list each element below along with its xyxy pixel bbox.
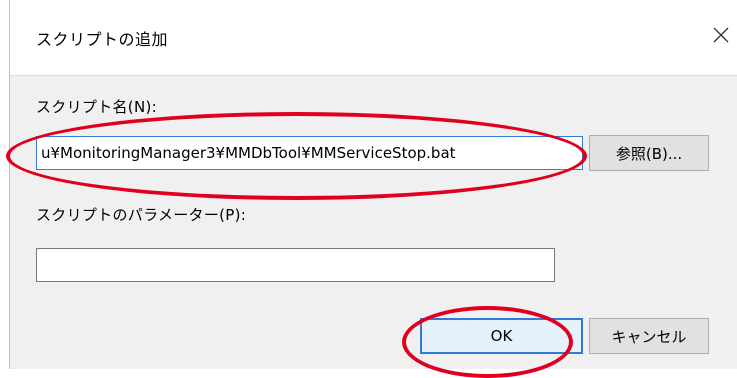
script-name-label: スクリプト名(N): [36,98,157,116]
close-button[interactable] [704,20,737,54]
dialog-title: スクリプトの追加 [36,30,169,49]
add-script-dialog: スクリプトの追加 スクリプト名(N): u¥MonitoringManager3… [9,0,737,369]
browse-button[interactable]: 参照(B)... [589,135,709,171]
script-params-input[interactable] [36,248,555,282]
cancel-button[interactable]: キャンセル [589,318,709,354]
script-params-label: スクリプトのパラメーター(P): [36,206,247,224]
close-icon [713,27,729,47]
dialog-body: スクリプト名(N): u¥MonitoringManager3¥MMDbTool… [10,76,737,369]
title-bar: スクリプトの追加 [10,0,737,76]
script-name-input[interactable]: u¥MonitoringManager3¥MMDbTool¥MMServiceS… [36,136,583,170]
ok-button[interactable]: OK [420,318,583,354]
